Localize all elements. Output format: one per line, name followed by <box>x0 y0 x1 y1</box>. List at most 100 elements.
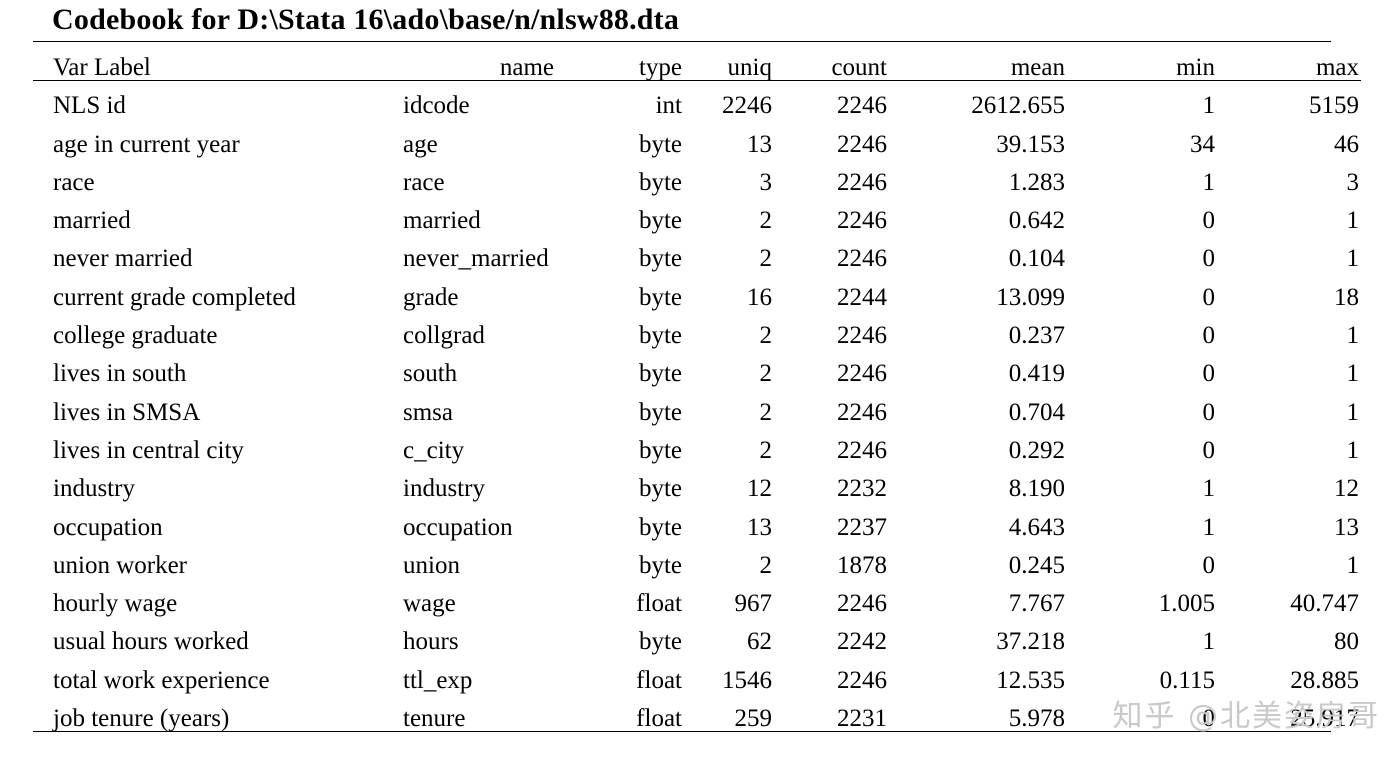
column-header-min: min <box>1075 42 1225 81</box>
table-row: industry industry byte 12 2232 8.190 1 12 <box>33 463 1361 501</box>
table-row: married married byte 2 2246 0.642 0 1 <box>33 195 1361 233</box>
cell-mean: 7.767 <box>1008 590 1065 618</box>
cell-mean: 0.104 <box>1008 245 1065 273</box>
table-row: NLS id idcode int 2246 2246 2612.655 1 5159 <box>33 79 1361 118</box>
table-row: age in current year age byte 13 2246 39.153 34… <box>33 118 1361 156</box>
cell-count: 2246 <box>837 398 887 426</box>
cell-name: tenure <box>403 705 466 733</box>
cell-mean: 0.237 <box>1008 322 1065 350</box>
cell-var-label: race <box>53 168 95 196</box>
table-header: Var Label name type uniq count mean min … <box>33 42 1361 81</box>
cell-var-label: never married <box>53 245 193 273</box>
cell-uniq: 2 <box>759 551 773 579</box>
cell-max: 18 <box>1334 283 1359 311</box>
cell-var-label: married <box>53 207 131 235</box>
cell-name: race <box>403 168 445 196</box>
cell-type: byte <box>638 436 682 464</box>
cell-uniq: 13 <box>747 513 772 541</box>
cell-mean: 0.704 <box>1008 398 1065 426</box>
cell-count: 2244 <box>837 283 887 311</box>
cell-max: 1 <box>1346 398 1360 426</box>
cell-uniq: 16 <box>747 283 772 311</box>
cell-mean: 0.642 <box>1008 207 1065 235</box>
cell-name: idcode <box>388 79 588 118</box>
cell-mean: 5.978 <box>1008 705 1065 733</box>
cell-type: byte <box>638 398 682 426</box>
table-row: race race byte 3 2246 1.283 1 3 <box>33 157 1361 195</box>
cell-min: 1 <box>1202 475 1216 503</box>
cell-name: smsa <box>403 398 453 426</box>
cell-count: 2246 <box>837 207 887 235</box>
cell-mean: 12.535 <box>996 666 1065 694</box>
table-header-row: Var Label name type uniq count mean min … <box>33 42 1361 81</box>
cell-count: 2246 <box>837 590 887 618</box>
cell-min: 0 <box>1202 551 1216 579</box>
cell-var-label: union worker <box>53 551 187 579</box>
cell-name: collgrad <box>403 322 485 350</box>
column-header-type: type <box>588 42 688 81</box>
cell-max: 12 <box>1334 475 1359 503</box>
cell-max: 1 <box>1346 360 1360 388</box>
cell-var-label: industry <box>53 475 135 503</box>
column-header-max: max <box>1225 42 1361 81</box>
cell-count: 2242 <box>837 628 887 656</box>
cell-mean: 8.190 <box>1008 475 1065 503</box>
cell-min: 0 <box>1202 245 1216 273</box>
cell-max: 25.917 <box>1290 705 1359 733</box>
cell-max: 13 <box>1334 513 1359 541</box>
cell-min: 0 <box>1202 436 1216 464</box>
cell-name: grade <box>403 283 459 311</box>
cell-var-label: college graduate <box>53 322 218 350</box>
column-header-name: name <box>388 42 588 81</box>
cell-type: byte <box>638 130 682 158</box>
cell-uniq: 1546 <box>722 666 772 694</box>
cell-name: ttl_exp <box>403 666 473 694</box>
cell-mean: 2612.655 <box>895 79 1075 118</box>
table-row: total work experience ttl_exp float 1546 224… <box>33 654 1361 694</box>
cell-max: 40.747 <box>1290 590 1359 618</box>
cell-max: 46 <box>1334 130 1359 158</box>
cell-min: 1 <box>1202 168 1216 196</box>
cell-uniq: 2 <box>759 398 773 426</box>
table-row: never married never_married byte 2 2246 0.104… <box>33 233 1361 271</box>
cell-var-label: usual hours worked <box>53 628 249 656</box>
page-title: Codebook for D:\Stata 16\ado\base/n/nlsw… <box>52 3 680 36</box>
cell-name: wage <box>403 590 456 618</box>
cell-count: 2246 <box>837 168 887 196</box>
cell-type: byte <box>638 475 682 503</box>
cell-mean: 4.643 <box>1008 513 1065 541</box>
cell-uniq: 2 <box>759 360 773 388</box>
cell-max: 5159 <box>1225 79 1361 118</box>
cell-var-label: total work experience <box>53 666 270 694</box>
cell-count: 2232 <box>837 475 887 503</box>
cell-type: byte <box>638 207 682 235</box>
codebook-table: Var Label name type uniq count mean min … <box>33 42 1361 731</box>
cell-var-label: job tenure (years) <box>53 705 230 733</box>
cell-mean: 39.153 <box>996 130 1065 158</box>
column-header-var-label: Var Label <box>33 42 388 81</box>
cell-uniq: 2246 <box>688 79 780 118</box>
cell-name: occupation <box>403 513 513 541</box>
cell-count: 2231 <box>837 705 887 733</box>
cell-var-label: NLS id <box>33 79 388 118</box>
cell-name: union <box>403 551 460 579</box>
cell-uniq: 2 <box>759 245 773 273</box>
cell-uniq: 3 <box>759 168 773 196</box>
cell-uniq: 259 <box>734 705 773 733</box>
table-row: lives in SMSA smsa byte 2 2246 0.704 0 1 <box>33 386 1361 426</box>
cell-max: 1 <box>1346 436 1360 464</box>
cell-min: 0 <box>1202 360 1216 388</box>
table-row: hourly wage wage float 967 2246 7.767 1.005 40.… <box>33 578 1361 616</box>
cell-name: married <box>403 207 481 235</box>
table-row: college graduate collgrad byte 2 2246 0.237 0 1 <box>33 310 1361 348</box>
cell-count: 2246 <box>837 130 887 158</box>
cell-mean: 0.292 <box>1008 436 1065 464</box>
cell-type: float <box>636 705 682 733</box>
column-header-count: count <box>780 42 895 81</box>
cell-var-label: current grade completed <box>53 283 296 311</box>
cell-min: 0 <box>1202 207 1216 235</box>
cell-min: 1 <box>1075 79 1225 118</box>
cell-var-label: hourly wage <box>53 590 178 618</box>
cell-min: 1.005 <box>1158 590 1215 618</box>
cell-type: byte <box>638 283 682 311</box>
